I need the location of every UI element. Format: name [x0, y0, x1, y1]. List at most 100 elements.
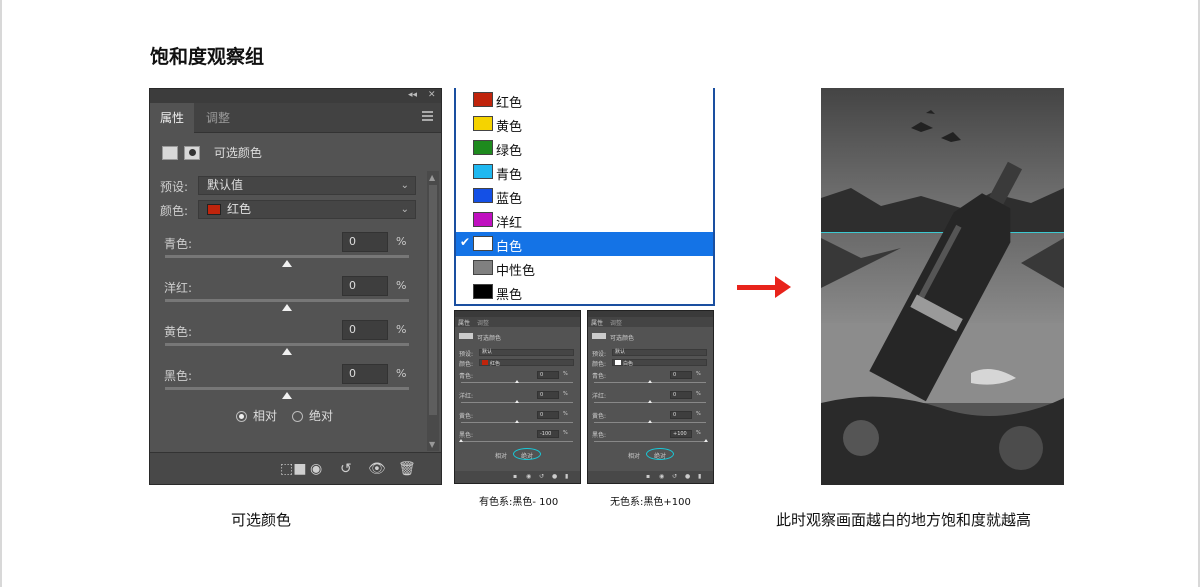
slider-thumb[interactable]: [282, 392, 292, 399]
mini-slider-label: 黄色:: [592, 413, 607, 420]
slider-thumb[interactable]: [282, 260, 292, 267]
mini-adjustment-icon: [459, 333, 473, 339]
slider-value-input[interactable]: 0: [342, 232, 388, 252]
radio-absolute[interactable]: 绝对: [292, 407, 333, 424]
mini-slider-value[interactable]: 0: [537, 371, 559, 379]
radio-absolute-dot[interactable]: [292, 411, 303, 422]
mini-slider-value[interactable]: 0: [537, 411, 559, 419]
mini-percent-unit: %: [696, 371, 701, 377]
mini-slider-label: 黄色:: [459, 413, 474, 420]
preset-select[interactable]: 默认值 ⌄: [198, 176, 416, 195]
mini-tabs: 属性 调整: [588, 317, 713, 327]
scroll-up-icon[interactable]: ▲: [429, 173, 435, 182]
mini-preset-select[interactable]: 默认: [479, 349, 574, 356]
dropdown-item[interactable]: 洋红: [456, 208, 713, 232]
panel-scrollbar[interactable]: ▲ ▼: [427, 171, 439, 451]
slider-value-input[interactable]: 0: [342, 320, 388, 340]
mini-tab-adjustments[interactable]: 调整: [610, 318, 622, 327]
slider-thumb[interactable]: [282, 304, 292, 311]
mini-slider-thumb[interactable]: [648, 420, 652, 423]
mini-percent-unit: %: [696, 411, 701, 417]
dropdown-item[interactable]: 青色: [456, 160, 713, 184]
dropdown-item[interactable]: 黄色: [456, 112, 713, 136]
slider-value-input[interactable]: 0: [342, 276, 388, 296]
mini-slider-value[interactable]: 0: [670, 391, 692, 399]
mini-slider-thumb[interactable]: [648, 380, 652, 383]
mini-reset-icon[interactable]: ↺: [672, 473, 677, 480]
mini-slider-value[interactable]: +100: [670, 430, 692, 438]
percent-unit: %: [396, 235, 407, 248]
panel-menu-icon[interactable]: [422, 111, 433, 121]
mini-percent-unit: %: [563, 411, 568, 417]
slider-thumb[interactable]: [282, 348, 292, 355]
mini-trash-icon[interactable]: ▮: [565, 473, 568, 480]
dropdown-item[interactable]: 黑色: [456, 280, 713, 304]
layer-mask-icon[interactable]: [184, 145, 200, 160]
mini-percent-unit: %: [563, 391, 568, 397]
tab-properties[interactable]: 属性: [150, 103, 195, 133]
mini-slider-value[interactable]: 0: [670, 411, 692, 419]
colors-select[interactable]: 红色 ⌄: [198, 200, 416, 219]
mini-preset-select[interactable]: 默认: [612, 349, 707, 356]
dropdown-item[interactable]: 绿色: [456, 136, 713, 160]
highlight-ring: [646, 448, 674, 460]
slider-track[interactable]: [165, 255, 409, 258]
mini-tab-adjustments[interactable]: 调整: [477, 318, 489, 327]
view-previous-icon[interactable]: ◉: [310, 461, 322, 477]
dropdown-item[interactable]: 红色: [456, 88, 713, 112]
mini-slider-thumb[interactable]: [515, 400, 519, 403]
mini-eye-icon[interactable]: ●: [552, 473, 557, 480]
mini-slider-track[interactable]: [461, 441, 573, 442]
close-icon[interactable]: ✕: [428, 90, 436, 100]
mini-radio-relative[interactable]: 相对: [628, 451, 640, 460]
scroll-down-icon[interactable]: ▼: [429, 440, 435, 449]
slider-track[interactable]: [165, 299, 409, 302]
dropdown-item[interactable]: 蓝色: [456, 184, 713, 208]
dropdown-item-label: 蓝色: [496, 192, 523, 207]
mini-slider-value[interactable]: 0: [670, 371, 692, 379]
scroll-thumb[interactable]: [429, 185, 437, 415]
mini-slider-label: 青色:: [592, 373, 607, 380]
collapse-icon[interactable]: ◂◂: [408, 90, 417, 100]
mini-colors-select[interactable]: 红色: [479, 359, 574, 367]
mini-reset-icon[interactable]: ↺: [539, 473, 544, 480]
mini-clip-icon[interactable]: ▪: [513, 473, 517, 480]
slider-track[interactable]: [165, 387, 409, 390]
mini-colors-select[interactable]: 白色: [612, 359, 707, 367]
mini-slider-thumb[interactable]: [515, 380, 519, 383]
mini-slider-thumb[interactable]: [704, 439, 708, 442]
mini-slider-label: 洋红:: [459, 393, 474, 400]
properties-panel: ◂◂ ✕ 属性 调整 可选颜色 预设: 默认值 ⌄ 颜色: 红色 ⌄ 青色: 0%…: [149, 88, 442, 485]
tab-adjustments[interactable]: 调整: [196, 103, 240, 133]
mini-slider-track[interactable]: [594, 441, 706, 442]
dropdown-item[interactable]: 中性色: [456, 256, 713, 280]
mini-view-icon[interactable]: ◉: [526, 473, 531, 480]
clip-to-layer-icon[interactable]: ⬚■: [280, 461, 306, 477]
reset-icon[interactable]: ↺: [340, 461, 352, 477]
mini-tab-properties[interactable]: 属性: [591, 318, 603, 327]
mini-clip-icon[interactable]: ▪: [646, 473, 650, 480]
mini-slider-thumb[interactable]: [648, 400, 652, 403]
mini-colors-label: 颜色:: [592, 361, 607, 368]
mini-slider-value[interactable]: -100: [537, 430, 559, 438]
mini-trash-icon[interactable]: ▮: [698, 473, 701, 480]
mini-slider-value[interactable]: 0: [537, 391, 559, 399]
mini-percent-unit: %: [696, 430, 701, 436]
radio-relative-dot[interactable]: [236, 411, 247, 422]
visibility-eye-icon[interactable]: 👁: [368, 461, 386, 477]
slider-track[interactable]: [165, 343, 409, 346]
adjustment-layer-icon[interactable]: [162, 145, 178, 160]
mini-slider-thumb[interactable]: [515, 420, 519, 423]
mini-percent-unit: %: [563, 430, 568, 436]
mini-tab-properties[interactable]: 属性: [458, 318, 470, 327]
trash-icon[interactable]: 🗑: [398, 461, 416, 477]
slider-label: 黄色:: [164, 325, 193, 339]
mini-view-icon[interactable]: ◉: [659, 473, 664, 480]
mini-eye-icon[interactable]: ●: [685, 473, 690, 480]
percent-unit: %: [396, 367, 407, 380]
dropdown-item[interactable]: ✔ 白色: [456, 232, 713, 256]
radio-relative[interactable]: 相对: [236, 407, 277, 424]
mini-radio-relative[interactable]: 相对: [495, 451, 507, 460]
mini-slider-thumb[interactable]: [459, 439, 463, 442]
slider-value-input[interactable]: 0: [342, 364, 388, 384]
